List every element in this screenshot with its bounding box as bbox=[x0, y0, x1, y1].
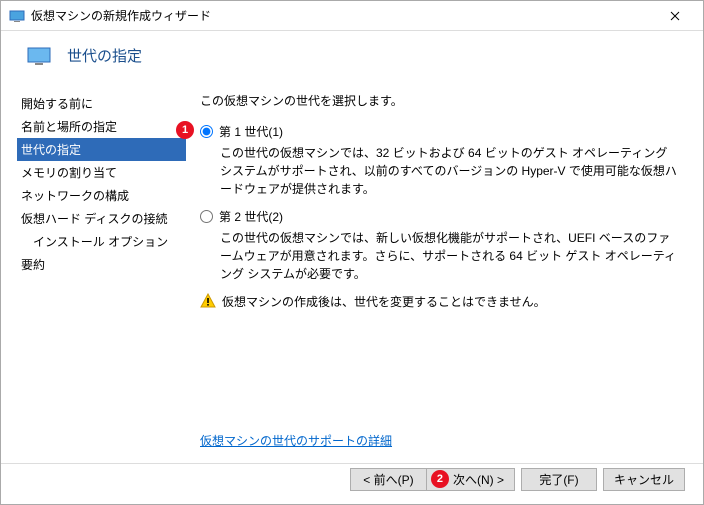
generation-1-option: 1 第 1 世代(1) この世代の仮想マシンでは、32 ビットおよび 64 ビッ… bbox=[200, 123, 681, 198]
gen2-radio[interactable] bbox=[200, 210, 213, 223]
step-name-location[interactable]: 名前と場所の指定 bbox=[17, 115, 186, 138]
gen2-label[interactable]: 第 2 世代(2) bbox=[219, 208, 283, 225]
gen2-description: この世代の仮想マシンでは、新しい仮想化機能がサポートされ、UEFI ベースのファ… bbox=[200, 229, 681, 283]
page-header: 世代の指定 bbox=[1, 31, 703, 84]
close-icon bbox=[670, 11, 680, 21]
step-memory[interactable]: メモリの割り当て bbox=[17, 161, 186, 184]
step-install-options[interactable]: インストール オプション bbox=[17, 230, 186, 253]
gen1-label[interactable]: 第 1 世代(1) bbox=[219, 123, 283, 140]
step-summary[interactable]: 要約 bbox=[17, 253, 186, 276]
wizard-window: 仮想マシンの新規作成ウィザード 世代の指定 開始する前に 名前と場所の指定 世代… bbox=[0, 0, 704, 505]
cancel-button[interactable]: キャンセル bbox=[603, 468, 685, 491]
wizard-steps-sidebar: 開始する前に 名前と場所の指定 世代の指定 メモリの割り当て ネットワークの構成… bbox=[1, 84, 186, 463]
annotation-badge-1: 1 bbox=[176, 121, 194, 139]
previous-button[interactable]: < 前へ(P) bbox=[350, 468, 426, 491]
warning-icon bbox=[200, 293, 216, 309]
main-panel: この仮想マシンの世代を選択します。 1 第 1 世代(1) この世代の仮想マシン… bbox=[186, 84, 703, 463]
app-icon bbox=[9, 8, 25, 24]
finish-button[interactable]: 完了(F) bbox=[521, 468, 597, 491]
annotation-badge-2: 2 bbox=[431, 470, 449, 488]
gen1-description: この世代の仮想マシンでは、32 ビットおよび 64 ビットのゲスト オペレーティ… bbox=[200, 144, 681, 198]
generation-2-option: 第 2 世代(2) この世代の仮想マシンでは、新しい仮想化機能がサポートされ、U… bbox=[200, 208, 681, 283]
nav-button-group: < 前へ(P) 2 次へ(N) > bbox=[350, 468, 515, 491]
warning-row: 仮想マシンの作成後は、世代を変更することはできません。 bbox=[200, 293, 681, 310]
header-icon bbox=[27, 47, 51, 65]
footer-buttons: < 前へ(P) 2 次へ(N) > 完了(F) キャンセル bbox=[1, 454, 703, 504]
next-button[interactable]: 2 次へ(N) > bbox=[426, 468, 515, 491]
step-vhd[interactable]: 仮想ハード ディスクの接続 bbox=[17, 207, 186, 230]
step-before-begin[interactable]: 開始する前に bbox=[17, 92, 186, 115]
close-button[interactable] bbox=[655, 2, 695, 30]
generation-support-link[interactable]: 仮想マシンの世代のサポートの詳細 bbox=[200, 432, 392, 449]
next-button-label: 次へ(N) > bbox=[453, 471, 504, 488]
step-network[interactable]: ネットワークの構成 bbox=[17, 184, 186, 207]
warning-text: 仮想マシンの作成後は、世代を変更することはできません。 bbox=[222, 293, 546, 310]
titlebar: 仮想マシンの新規作成ウィザード bbox=[1, 1, 703, 31]
instruction-text: この仮想マシンの世代を選択します。 bbox=[200, 92, 681, 109]
window-title: 仮想マシンの新規作成ウィザード bbox=[31, 7, 655, 24]
page-title: 世代の指定 bbox=[67, 45, 142, 66]
step-generation[interactable]: 世代の指定 bbox=[17, 138, 186, 161]
content-area: 開始する前に 名前と場所の指定 世代の指定 メモリの割り当て ネットワークの構成… bbox=[1, 84, 703, 464]
gen1-radio[interactable] bbox=[200, 125, 213, 138]
